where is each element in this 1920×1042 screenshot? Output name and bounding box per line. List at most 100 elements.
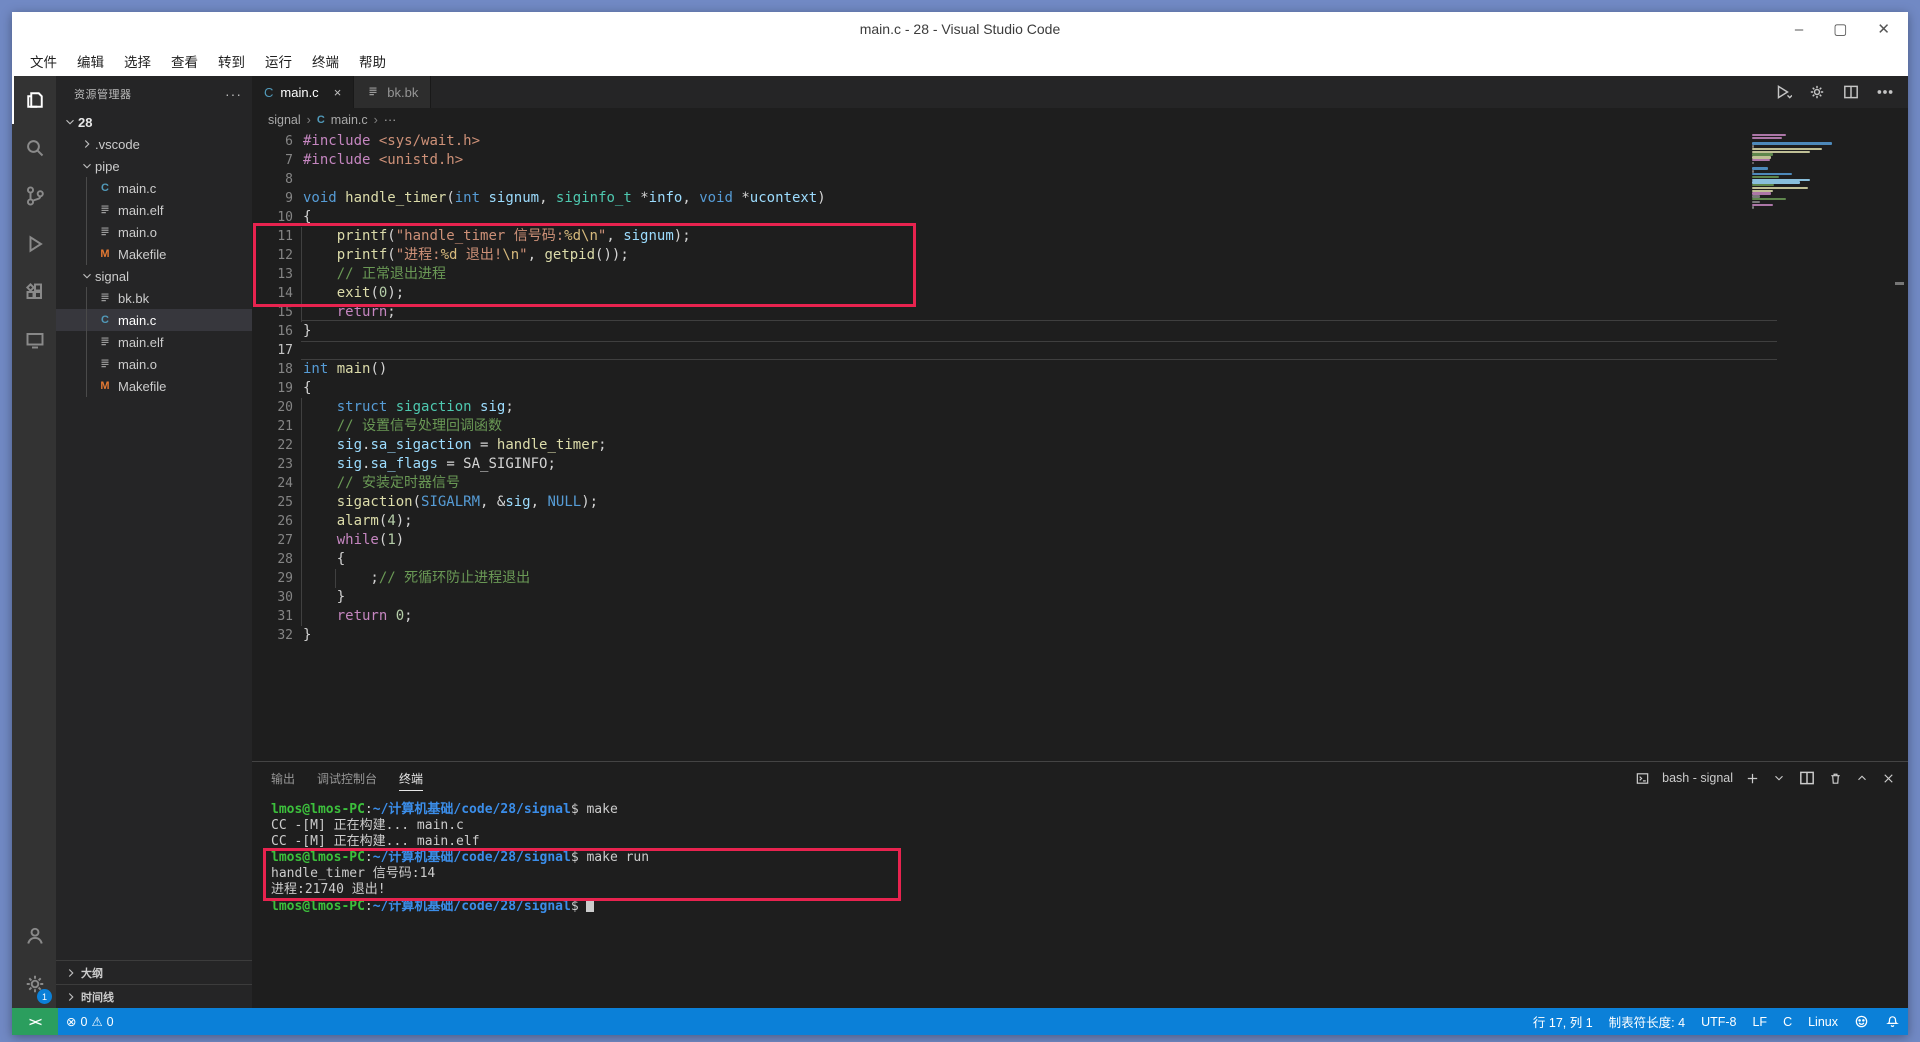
tree-indent-guide [86,309,87,331]
tree-item-main.c[interactable]: Cmain.c [56,177,252,199]
breadcrumb-folder[interactable]: signal [268,113,301,127]
code-line-27[interactable]: 27 while(1) [252,531,1908,550]
menu-item-文件[interactable]: 文件 [20,48,67,74]
code-line-11[interactable]: 11 printf("handle_timer 信号码:%d\n", signu… [252,227,1908,246]
code-line-21[interactable]: 21 // 设置信号处理回调函数 [252,417,1908,436]
code-line-23[interactable]: 23 sig.sa_flags = SA_SIGINFO; [252,455,1908,474]
kill-terminal-icon[interactable] [1828,771,1843,786]
search-icon[interactable] [12,124,56,172]
tree-item-main.c[interactable]: Cmain.c [56,309,252,331]
tree-item-main.o[interactable]: main.o [56,221,252,243]
tree-item-pipe[interactable]: pipe [56,155,252,177]
menu-item-终端[interactable]: 终端 [302,48,349,74]
line-number: 30 [252,588,301,607]
tab-main.c[interactable]: Cmain.c× [252,76,354,108]
code-line-9[interactable]: 9void handle_timer(int signum, siginfo_t… [252,189,1908,208]
code-line-26[interactable]: 26 alarm(4); [252,512,1908,531]
tree-item-signal[interactable]: signal [56,265,252,287]
tab-close-icon[interactable]: × [334,85,342,100]
sidebar-section-时间线[interactable]: 时间线 [56,984,252,1008]
menu-item-转到[interactable]: 转到 [208,48,255,74]
breadcrumb-file[interactable]: main.c [331,113,368,127]
language-mode[interactable]: C [1775,1008,1800,1035]
close-panel-icon[interactable] [1881,771,1896,786]
split-editor-icon[interactable] [1842,83,1860,101]
remote-indicator[interactable]: >< [12,1008,58,1035]
menu-item-编辑[interactable]: 编辑 [67,48,114,74]
tab-bk.bk[interactable]: bk.bk [354,76,431,108]
tree-item-.vscode[interactable]: .vscode [56,133,252,155]
line-number: 29 [252,569,301,588]
maximize-panel-icon[interactable] [1855,771,1869,785]
code-line-25[interactable]: 25 sigaction(SIGALRM, &sig, NULL); [252,493,1908,512]
code-editor[interactable]: 6#include <sys/wait.h>7#include <unistd.… [252,132,1908,761]
code-line-18[interactable]: 18int main() [252,360,1908,379]
account-icon[interactable] [12,912,56,960]
code-line-13[interactable]: 13 // 正常退出进程 [252,265,1908,284]
maximize-button[interactable]: ▢ [1833,20,1847,38]
code-line-30[interactable]: 30 } [252,588,1908,607]
tree-item-Makefile[interactable]: MMakefile [56,375,252,397]
code-line-28[interactable]: 28 { [252,550,1908,569]
breadcrumb-tail[interactable]: ··· [384,113,397,127]
tree-item-main.elf[interactable]: main.elf [56,331,252,353]
feedback-icon[interactable] [1846,1008,1877,1035]
indentation-status[interactable]: 制表符长度: 4 [1601,1008,1693,1035]
os-indicator[interactable]: Linux [1800,1008,1846,1035]
cursor-position[interactable]: 行 17, 列 1 [1525,1008,1601,1035]
menu-item-帮助[interactable]: 帮助 [349,48,396,74]
terminal-instance-label[interactable]: bash - signal [1662,771,1733,785]
code-line-7[interactable]: 7#include <unistd.h> [252,151,1908,170]
code-line-31[interactable]: 31 return 0; [252,607,1908,626]
panel-tab-终端[interactable]: 终端 [399,766,423,791]
code-line-6[interactable]: 6#include <sys/wait.h> [252,132,1908,151]
menu-item-查看[interactable]: 查看 [161,48,208,74]
tree-indent-guide [86,375,87,397]
remote-explorer-icon[interactable] [12,316,56,364]
close-button[interactable]: ✕ [1877,20,1890,38]
code-line-16[interactable]: 16} [252,322,1908,341]
explorer-more-actions-icon[interactable]: ··· [225,86,242,102]
code-line-20[interactable]: 20 struct sigaction sig; [252,398,1908,417]
sidebar-section-大纲[interactable]: 大纲 [56,960,252,984]
run-icon[interactable] [1774,83,1792,101]
panel-tab-输出[interactable]: 输出 [271,766,295,791]
code-line-8[interactable]: 8 [252,170,1908,189]
run-debug-icon[interactable] [12,220,56,268]
tree-item-bk.bk[interactable]: bk.bk [56,287,252,309]
code-line-10[interactable]: 10{ [252,208,1908,227]
code-line-14[interactable]: 14 exit(0); [252,284,1908,303]
eol-status[interactable]: LF [1744,1008,1775,1035]
split-terminal-icon[interactable] [1798,769,1816,787]
code-line-12[interactable]: 12 printf("进程:%d 退出!\n", getpid()); [252,246,1908,265]
notifications-bell-icon[interactable] [1877,1008,1908,1035]
minimap[interactable] [1752,134,1840,209]
tree-item-Makefile[interactable]: MMakefile [56,243,252,265]
panel-tab-调试控制台[interactable]: 调试控制台 [317,766,377,791]
code-line-32[interactable]: 32} [252,626,1908,645]
problems-status[interactable]: ⊗ 0 ⚠ 0 [58,1008,122,1035]
extensions-icon[interactable] [12,268,56,316]
encoding-status[interactable]: UTF-8 [1693,1008,1744,1035]
terminal-picker-chevron-icon[interactable] [1772,771,1786,785]
code-line-19[interactable]: 19{ [252,379,1908,398]
tree-item-main.elf[interactable]: main.elf [56,199,252,221]
breadcrumb[interactable]: signal › C main.c › ··· [252,108,1908,132]
tree-item-28[interactable]: 28 [56,111,252,133]
terminal[interactable]: lmos@lmos-PC:~/计算机基础/code/28/signal$ mak… [252,794,1908,1008]
minimize-button[interactable]: – [1795,21,1803,38]
code-line-24[interactable]: 24 // 安装定时器信号 [252,474,1908,493]
more-actions-icon[interactable] [1876,83,1894,101]
source-control-icon[interactable] [12,172,56,220]
add-terminal-icon[interactable] [1745,771,1760,786]
settings-badge: 1 [37,989,52,1004]
menu-item-选择[interactable]: 选择 [114,48,161,74]
explorer-icon[interactable] [12,76,56,124]
code-text: ;// 死循环防止进程退出 [301,569,530,588]
tree-item-main.o[interactable]: main.o [56,353,252,375]
menu-item-运行[interactable]: 运行 [255,48,302,74]
code-line-22[interactable]: 22 sig.sa_sigaction = handle_timer; [252,436,1908,455]
settings-icon[interactable]: 1 [12,960,56,1008]
code-line-29[interactable]: 29 ;// 死循环防止进程退出 [252,569,1908,588]
settings-gear-icon[interactable] [1808,83,1826,101]
